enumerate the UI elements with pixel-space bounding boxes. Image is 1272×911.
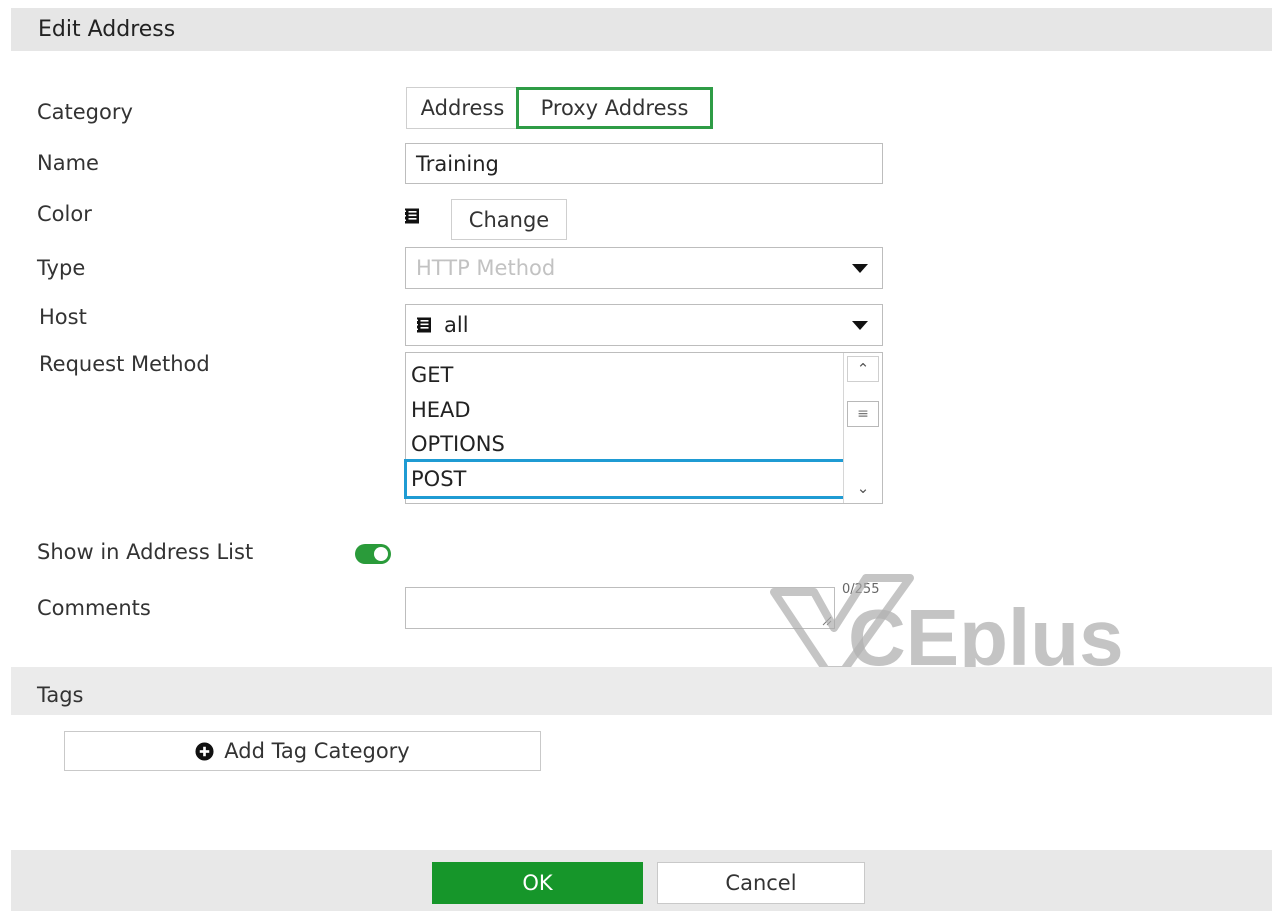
change-color-button[interactable]: Change bbox=[451, 199, 567, 240]
request-method-scrollbar[interactable]: ⌃ ≡ ⌄ bbox=[843, 353, 882, 503]
name-label: Name bbox=[37, 151, 99, 175]
category-tab-address[interactable]: Address bbox=[406, 87, 518, 129]
host-select-value: all bbox=[444, 313, 469, 337]
type-select[interactable]: HTTP Method bbox=[405, 247, 883, 289]
type-label: Type bbox=[37, 256, 86, 280]
category-label: Category bbox=[37, 100, 133, 124]
scroll-thumb[interactable]: ≡ bbox=[847, 401, 879, 427]
dialog-title: Edit Address bbox=[38, 17, 176, 42]
request-method-item-options[interactable]: OPTIONS bbox=[411, 432, 505, 456]
host-select[interactable]: all bbox=[405, 304, 883, 346]
scroll-up-icon[interactable]: ⌃ bbox=[847, 356, 879, 382]
cancel-button[interactable]: Cancel bbox=[657, 862, 865, 904]
request-method-label: Request Method bbox=[39, 352, 210, 376]
chevron-down-icon bbox=[852, 264, 868, 273]
plus-circle-icon bbox=[195, 741, 214, 761]
request-method-item-get[interactable]: GET bbox=[411, 363, 453, 387]
request-method-item-head[interactable]: HEAD bbox=[411, 398, 471, 422]
ok-button[interactable]: OK bbox=[432, 862, 643, 904]
toggle-knob bbox=[374, 547, 388, 561]
address-book-icon bbox=[416, 317, 431, 333]
show-in-address-list-toggle[interactable] bbox=[355, 544, 391, 564]
color-label: Color bbox=[37, 202, 92, 226]
comments-label: Comments bbox=[37, 596, 151, 620]
type-select-value: HTTP Method bbox=[416, 256, 556, 280]
dialog-header bbox=[11, 8, 1272, 51]
add-tag-category-label: Add Tag Category bbox=[224, 739, 410, 763]
chevron-down-icon bbox=[852, 321, 868, 330]
selected-item-highlight bbox=[404, 459, 847, 499]
host-label: Host bbox=[39, 305, 87, 329]
category-tab-proxy-address[interactable]: Proxy Address bbox=[516, 87, 713, 129]
name-input[interactable]: Training bbox=[405, 143, 883, 184]
request-method-list[interactable]: GET HEAD OPTIONS POST ⌃ ≡ ⌄ bbox=[404, 352, 883, 504]
scroll-down-icon[interactable]: ⌄ bbox=[847, 475, 879, 501]
show-in-address-list-label: Show in Address List bbox=[37, 540, 254, 564]
address-book-icon bbox=[404, 208, 419, 224]
add-tag-category-button[interactable]: Add Tag Category bbox=[64, 731, 541, 771]
tags-label: Tags bbox=[37, 683, 84, 707]
tags-section-header bbox=[11, 667, 1272, 715]
